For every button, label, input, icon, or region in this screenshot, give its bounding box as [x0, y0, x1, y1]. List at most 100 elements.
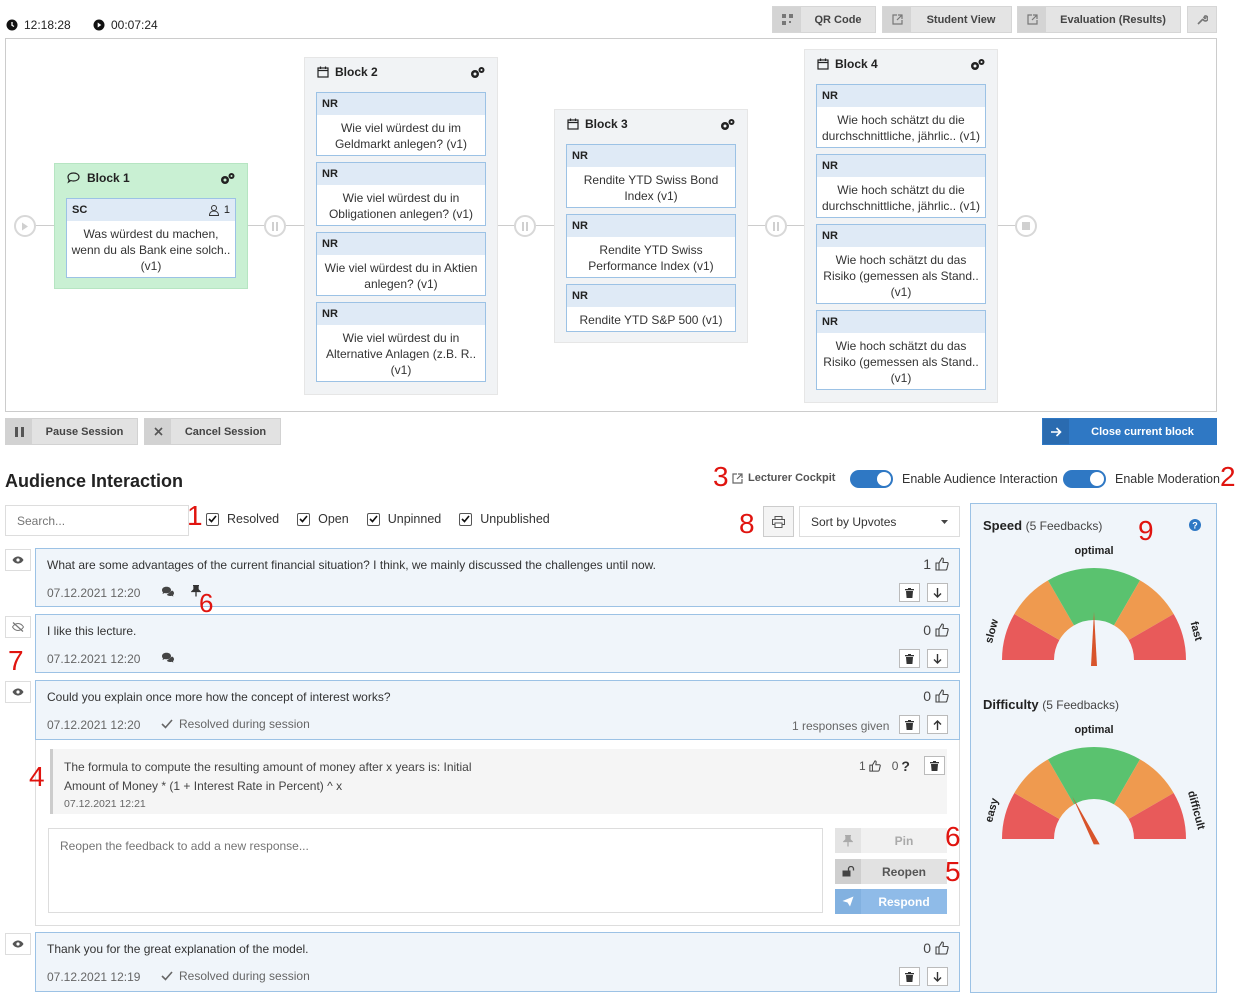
- thumbs-up-icon: [935, 623, 949, 637]
- evaluation-results-button[interactable]: Evaluation (Results): [1017, 6, 1181, 33]
- student-view-button[interactable]: Student View: [882, 6, 1012, 33]
- annotation-number: 7: [8, 645, 24, 676]
- feedback-card[interactable]: Could you explain once more how the conc…: [35, 680, 960, 740]
- annotation-number: 3: [713, 461, 729, 492]
- response-date: 07.12.2021 12:21: [64, 798, 146, 810]
- close-icon: [145, 419, 171, 444]
- cogs-icon[interactable]: [220, 172, 235, 185]
- publish-toggle[interactable]: [5, 681, 31, 703]
- reopen-button[interactable]: Reopen: [835, 859, 947, 884]
- question-card[interactable]: NR Rendite YTD S&P 500 (v1): [566, 284, 736, 332]
- publish-toggle[interactable]: [5, 933, 31, 955]
- arrow-down-icon: [933, 587, 942, 598]
- resolved-checkbox[interactable]: [206, 512, 219, 526]
- question-card[interactable]: NR Wie hoch schätzt du das Risiko (gemess…: [816, 224, 986, 304]
- trash-icon: [905, 587, 914, 598]
- qr-code-button[interactable]: QR Code: [772, 6, 876, 33]
- annotation-number: 5: [945, 856, 961, 887]
- upvote-count[interactable]: 0: [923, 688, 949, 704]
- trash-icon: [905, 653, 914, 664]
- question-card[interactable]: NR Wie viel würdest du in Obligationen an…: [316, 162, 486, 226]
- difficulty-low-label: easy: [983, 796, 1001, 824]
- question-card[interactable]: SC 1 Was würdest du machen, wenn du als B…: [66, 198, 236, 278]
- cogs-icon[interactable]: [970, 58, 985, 71]
- delete-button[interactable]: [899, 715, 920, 734]
- delete-button[interactable]: [899, 649, 920, 668]
- annotation-number: 6: [945, 821, 961, 852]
- pause-node-1: [264, 215, 286, 237]
- publish-toggle[interactable]: [5, 549, 31, 571]
- close-current-block-button[interactable]: Close current block: [1042, 418, 1217, 445]
- question-card[interactable]: NR Wie hoch schätzt du die durchschnittli…: [816, 154, 986, 218]
- question-card[interactable]: NR Rendite YTD Swiss Performance Index (v…: [566, 214, 736, 278]
- lecturer-cockpit-link[interactable]: Lecturer Cockpit: [732, 472, 835, 484]
- block-4[interactable]: Block 4 NR Wie hoch schätzt du die durchs…: [804, 49, 998, 403]
- qr-icon: [773, 7, 801, 32]
- question-mark-icon[interactable]: ?: [901, 758, 910, 774]
- thumbs-up-icon[interactable]: [869, 760, 881, 772]
- pin-button[interactable]: Pin: [835, 828, 947, 853]
- response-votes: 1 0 ?: [859, 758, 910, 774]
- question-card[interactable]: NR Wie viel würdest du in Aktien anlegen?…: [316, 232, 486, 296]
- clock-icon: [6, 19, 18, 31]
- question-card[interactable]: NR Wie hoch schätzt du die durchschnittli…: [816, 84, 986, 148]
- respond-button[interactable]: Respond: [835, 889, 947, 914]
- block-1[interactable]: Block 1 SC 1 Was würdest du machen, wenn …: [54, 163, 248, 289]
- start-node: [14, 215, 36, 237]
- delete-response-button[interactable]: [924, 756, 945, 775]
- feedback-card[interactable]: I like this lecture. 07.12.2021 12:20 0: [35, 614, 960, 673]
- delete-button[interactable]: [899, 967, 920, 986]
- cogs-icon[interactable]: [470, 66, 485, 79]
- filter-label: Unpublished: [480, 512, 550, 526]
- difficulty-high-label: difficult: [1185, 789, 1207, 831]
- response-textarea[interactable]: [48, 828, 823, 913]
- help-icon[interactable]: ?: [1189, 519, 1201, 531]
- annotation-number: 1: [187, 500, 203, 531]
- resolved-status: Resolved during session: [161, 717, 310, 731]
- cancel-session-button[interactable]: Cancel Session: [144, 418, 281, 445]
- upvote-count[interactable]: 0: [923, 622, 949, 638]
- feedback-gauges-panel: Speed (5 Feedbacks) ? optimal slow fast Di…: [970, 503, 1217, 993]
- move-up-button[interactable]: [927, 715, 948, 734]
- question-card[interactable]: NR Rendite YTD Swiss Bond Index (v1): [566, 144, 736, 208]
- speed-optimal-label: optimal: [1074, 545, 1113, 557]
- move-down-button[interactable]: [927, 583, 948, 602]
- block-3[interactable]: Block 3 NR Rendite YTD Swiss Bond Index (…: [554, 109, 748, 343]
- question-card[interactable]: NR Wie viel würdest du in Alternative Anl…: [316, 302, 486, 382]
- arrow-right-icon: [1043, 419, 1069, 444]
- open-checkbox[interactable]: [297, 512, 311, 526]
- unpinned-checkbox[interactable]: [366, 512, 380, 526]
- publish-toggle[interactable]: [5, 616, 31, 638]
- settings-wrench-button[interactable]: [1187, 6, 1217, 33]
- arrow-down-icon: [933, 653, 942, 664]
- cogs-icon[interactable]: [720, 118, 735, 131]
- arrow-up-icon: [933, 719, 942, 730]
- delete-button[interactable]: [899, 583, 920, 602]
- move-down-button[interactable]: [927, 649, 948, 668]
- comments-icon: [161, 652, 175, 663]
- pause-session-button[interactable]: Pause Session: [5, 418, 138, 445]
- feedback-card[interactable]: Thank you for the great explanation of t…: [35, 932, 960, 992]
- question-card[interactable]: NR Wie hoch schätzt du das Risiko (gemess…: [816, 310, 986, 390]
- search-input[interactable]: [5, 505, 189, 536]
- calendar-icon: [567, 118, 579, 130]
- block-2[interactable]: Block 2 NR Wie viel würdest du im Geldmar…: [304, 57, 498, 395]
- wrench-icon: [1196, 14, 1208, 26]
- response-card: The formula to compute the resulting amo…: [50, 749, 947, 814]
- print-button[interactable]: [763, 506, 794, 537]
- eye-icon: [12, 688, 24, 696]
- sort-dropdown[interactable]: Sort by Upvotes: [799, 506, 960, 537]
- upvote-count[interactable]: 1: [923, 556, 949, 572]
- annotation-number: 9: [1138, 515, 1154, 546]
- moderation-toggle[interactable]: [1063, 470, 1106, 488]
- feedback-card[interactable]: What are some advantages of the current …: [35, 548, 960, 607]
- move-down-button[interactable]: [927, 967, 948, 986]
- question-card[interactable]: NR Wie viel würdest du im Geldmarkt anleg…: [316, 92, 486, 156]
- unpublished-checkbox[interactable]: [459, 512, 473, 526]
- trash-icon: [905, 719, 914, 730]
- upvote-count[interactable]: 0: [923, 940, 949, 956]
- thumbs-up-icon: [935, 689, 949, 703]
- caret-down-icon: [941, 519, 948, 524]
- audience-interaction-toggle[interactable]: [850, 470, 893, 488]
- difficulty-optimal-label: optimal: [1074, 724, 1113, 736]
